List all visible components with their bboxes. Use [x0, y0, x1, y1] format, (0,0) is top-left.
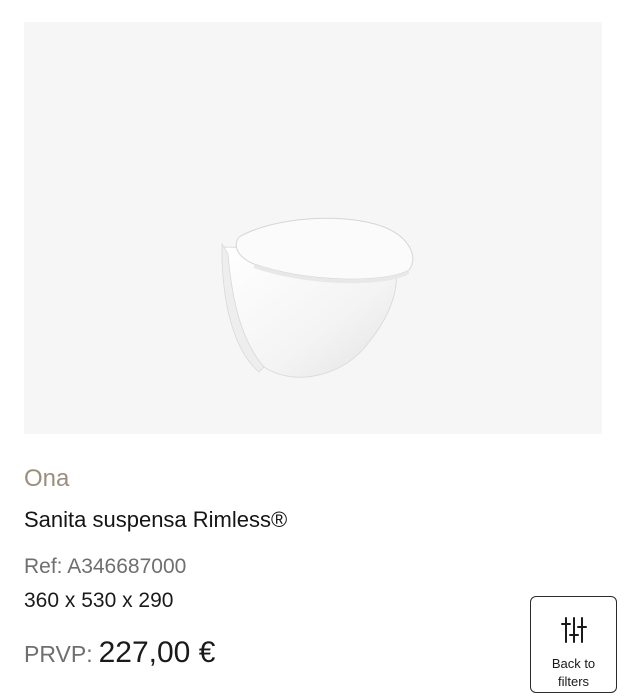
product-brand: Ona [24, 465, 70, 492]
product-dimensions: 360 x 530 x 290 [24, 589, 174, 612]
price-label: PRVP: [24, 641, 93, 667]
price-value: 227,00 € [98, 636, 216, 669]
back-to-filters-label: Back to filters [551, 656, 596, 689]
back-to-filters-button[interactable]: Back to filters [530, 596, 617, 693]
product-image-card[interactable] [24, 22, 602, 434]
product-title: Sanita suspensa Rimless® [24, 507, 288, 532]
product-image [221, 217, 414, 378]
sliders-icon [560, 617, 587, 643]
price-row: PRVP: 227,00 € [24, 636, 215, 670]
product-reference: Ref: A346687000 [24, 555, 187, 578]
